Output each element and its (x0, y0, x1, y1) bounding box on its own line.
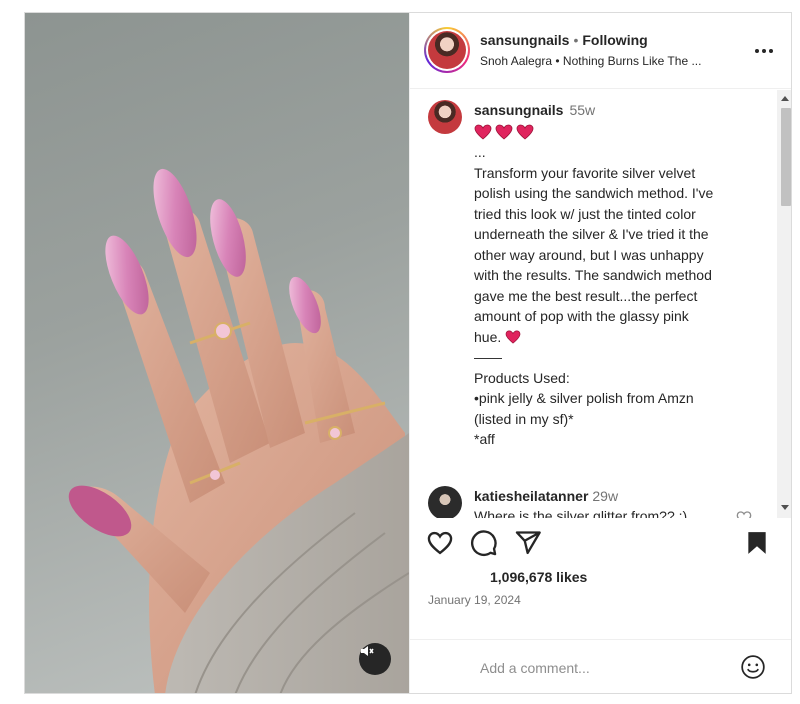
comment-composer (410, 639, 791, 693)
comments-scrollbar[interactable] (777, 90, 791, 518)
post-date[interactable]: January 19, 2024 (428, 593, 521, 607)
smiley-icon (741, 655, 765, 679)
speaker-muted-icon (361, 646, 374, 656)
emoji-button[interactable] (740, 654, 766, 680)
post-sidebar: sansungnails • Following Snoh Aalegra • No… (409, 13, 791, 693)
heart-emoji-icon (505, 330, 521, 344)
caption-line: underneath the silver & I've tried it th… (474, 226, 709, 242)
caption-line: Products Used: (474, 369, 570, 386)
mute-button[interactable] (359, 643, 391, 675)
caption-text: ... Transform your favorite silver velve… (474, 122, 764, 450)
caption-line: ... (474, 144, 486, 160)
caption-line: (listed in my sf)* (474, 410, 574, 427)
comment-header: katiesheilatanner 29w (474, 488, 618, 504)
comment-bubble-icon (471, 530, 497, 556)
caption-line: gave me the best result...the perfect (474, 287, 698, 304)
nails-photo (68, 168, 409, 693)
caption-line: other way around, but I was unhappy (474, 246, 704, 263)
caption-line: tried this look w/ just the tinted color (474, 205, 696, 222)
caption-line: hue. (474, 328, 502, 345)
comment-button[interactable] (470, 529, 498, 557)
audio-track-link[interactable]: Snoh Aalegra • Nothing Burns Like The ..… (480, 54, 701, 68)
heart-outline-icon (736, 511, 752, 518)
comment-time[interactable]: 29w (592, 488, 618, 504)
scroll-up-arrow[interactable] (781, 96, 789, 101)
heart-emoji-icon (495, 124, 513, 140)
heart-emoji-icon (474, 124, 492, 140)
comment-text: Where is the silver glitter from?? :) (474, 508, 688, 518)
like-button[interactable] (426, 529, 454, 557)
following-button[interactable]: Following (582, 32, 647, 48)
caption-line: with the results. The sandwich method (474, 267, 712, 283)
likes-count[interactable]: 1,096,678 likes (490, 569, 587, 585)
caption-avatar[interactable] (428, 100, 462, 134)
bookmark-filled-icon (748, 532, 766, 554)
author-username[interactable]: sansungnails (480, 32, 569, 48)
more-options-button[interactable] (752, 39, 776, 63)
comments-list[interactable]: sansungnails 55w ... Transform your favor… (410, 90, 791, 518)
share-button[interactable] (514, 529, 542, 557)
caption-line-with-heart: hue. (474, 327, 764, 348)
post-header: sansungnails • Following Snoh Aalegra • No… (410, 13, 791, 89)
caption-time[interactable]: 55w (569, 102, 595, 118)
post-media[interactable] (25, 13, 409, 693)
author-line: sansungnails • Following (480, 32, 648, 48)
paper-plane-icon (515, 531, 541, 555)
heart-icon (427, 531, 453, 555)
commenter-username[interactable]: katiesheilatanner (474, 488, 588, 504)
scroll-down-arrow[interactable] (781, 505, 789, 510)
caption-line: Transform your favorite silver velvet (474, 164, 696, 181)
caption-header: sansungnails 55w (474, 102, 595, 118)
author-avatar[interactable] (424, 27, 470, 73)
separator-dot: • (573, 32, 579, 48)
caption-line: *aff (474, 431, 495, 447)
post-modal: sansungnails • Following Snoh Aalegra • No… (24, 12, 792, 694)
caption-line: —— (474, 349, 502, 365)
save-button[interactable] (744, 529, 772, 557)
commenter-avatar[interactable] (428, 486, 462, 518)
heart-emojis (474, 122, 764, 142)
comment-like-button[interactable] (736, 510, 752, 518)
caption-line: amount of pop with the glassy pink (474, 308, 689, 324)
action-bar (410, 519, 791, 559)
scroll-thumb[interactable] (781, 108, 791, 206)
heart-emoji-icon (516, 124, 534, 140)
comment-input[interactable] (480, 657, 720, 679)
caption-username[interactable]: sansungnails (474, 102, 563, 118)
caption-line: •pink jelly & silver polish from Amzn (474, 390, 694, 406)
caption-line: polish using the sandwich method. I've (474, 185, 714, 201)
more-options-icon (755, 49, 773, 53)
